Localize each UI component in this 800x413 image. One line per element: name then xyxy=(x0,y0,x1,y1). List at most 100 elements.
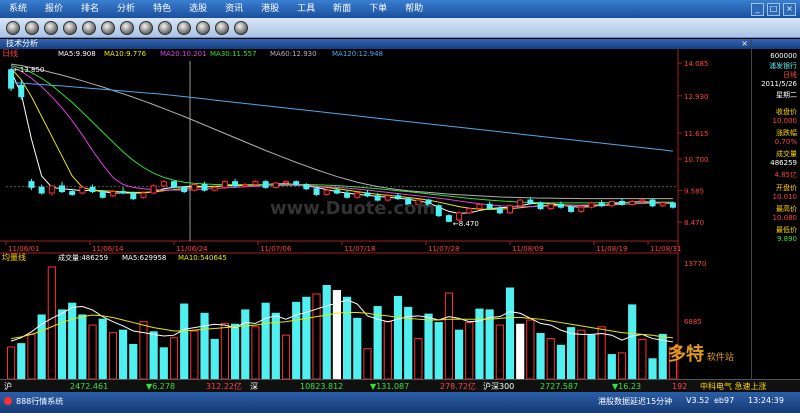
volume-bar-6 xyxy=(68,302,77,379)
menu-item-8[interactable]: 工具 xyxy=(288,0,324,18)
volume-bar-5 xyxy=(57,309,67,379)
kline-high-label: ←13.850 xyxy=(14,66,44,74)
toolbar xyxy=(0,18,800,38)
menu-item-11[interactable]: 帮助 xyxy=(396,0,432,18)
volume-bar-15 xyxy=(159,347,168,379)
volume-bar-8 xyxy=(88,324,97,379)
volume-value: 486259 xyxy=(770,159,797,167)
menu-item-0[interactable]: 系统 xyxy=(0,0,36,18)
connection-status-icon xyxy=(4,397,12,405)
watermark-logo-text: 多特 xyxy=(668,344,704,365)
x-tick-1: 11/06/14 xyxy=(92,245,124,253)
x-tick-2: 11/06/24 xyxy=(176,245,208,253)
candle-body-34 xyxy=(354,192,361,198)
toolbar-icon-9[interactable] xyxy=(158,20,172,35)
toolbar-icon-7[interactable] xyxy=(120,20,134,35)
candle-body-19 xyxy=(201,184,208,191)
volume-bar-40 xyxy=(414,338,423,379)
candle-body-53 xyxy=(547,203,554,210)
volume-bar-50 xyxy=(516,323,525,379)
candle-body-62 xyxy=(639,199,646,202)
volume-bar-18 xyxy=(190,330,199,379)
menu-item-1[interactable]: 报价 xyxy=(36,0,72,18)
candle-body-27 xyxy=(283,181,289,184)
menu-item-2[interactable]: 排名 xyxy=(72,0,108,18)
toolbar-icon-4[interactable] xyxy=(63,20,77,35)
watermark-logo-suffix: 软件站 xyxy=(706,353,734,363)
close-button[interactable]: × xyxy=(783,3,796,16)
minimize-button[interactable]: _ xyxy=(751,3,764,16)
volume-bar-21 xyxy=(220,322,229,379)
candle-body-46 xyxy=(476,203,483,210)
restore-button[interactable]: □ xyxy=(767,3,780,16)
candle-body-7 xyxy=(79,186,86,194)
toolbar-icon-3[interactable] xyxy=(44,20,58,35)
toolbar-icon-6[interactable] xyxy=(101,20,115,35)
candle-body-20 xyxy=(211,186,218,191)
toolbar-icon-12[interactable] xyxy=(215,20,229,35)
candle-body-12 xyxy=(130,192,137,200)
volume-bar-36 xyxy=(373,306,382,379)
candle-body-42 xyxy=(435,205,442,217)
menu-item-3[interactable]: 分析 xyxy=(108,0,144,18)
volume-tick-1: 6885 xyxy=(684,318,702,326)
volume-bar-10 xyxy=(108,332,118,379)
volume-bar-9 xyxy=(98,318,107,379)
volume-bar-22 xyxy=(231,323,240,379)
candle-body-17 xyxy=(181,186,188,193)
candle-body-30 xyxy=(313,188,320,195)
toolbar-icon-8[interactable] xyxy=(139,20,153,35)
candle-body-52 xyxy=(537,202,544,210)
menu-item-10[interactable]: 下单 xyxy=(360,0,396,18)
menu-item-7[interactable]: 港股 xyxy=(252,0,288,18)
toolbar-icon-13[interactable] xyxy=(234,20,248,35)
menu-item-9[interactable]: 新面 xyxy=(324,0,360,18)
candle-body-1 xyxy=(18,84,25,98)
volume-bar-53 xyxy=(546,338,555,379)
high-value: 10.080 xyxy=(772,214,798,222)
volume-bar-30 xyxy=(312,293,321,379)
volume-bar-47 xyxy=(485,309,494,379)
candle-body-64 xyxy=(659,202,666,207)
volume-bar-60 xyxy=(617,352,627,379)
x-tick-8: 11/08/31 xyxy=(650,245,681,253)
candle-body-11 xyxy=(120,191,127,194)
close-value: 10.000 xyxy=(772,117,798,125)
price-tick-3: 10.700 xyxy=(684,156,709,164)
volume-bar-2 xyxy=(27,333,36,379)
volume-bar-52 xyxy=(536,333,545,379)
menu-item-4[interactable]: 特色 xyxy=(144,0,180,18)
volume-bar-31 xyxy=(322,284,331,379)
watermark-logo: 多特 软件站 xyxy=(668,340,734,366)
volume-bar-19 xyxy=(200,312,209,379)
menu-item-5[interactable]: 选股 xyxy=(180,0,216,18)
clock: 13:24:39 xyxy=(748,396,784,405)
volume-bar-57 xyxy=(587,334,596,379)
chart-area[interactable]: 日线 MA5:9.908 MA10:9.776 MA20:10.201 MA30:11.… xyxy=(0,49,751,379)
candle-body-54 xyxy=(557,203,564,208)
menu-item-6[interactable]: 资讯 xyxy=(216,0,252,18)
volume-bar-42 xyxy=(434,322,443,379)
low-label: 最低价 xyxy=(776,226,797,234)
candle-body-3 xyxy=(38,186,45,194)
price-tick-2: 11.615 xyxy=(684,130,709,138)
candle-body-55 xyxy=(568,206,575,212)
price-tick-0: 14.085 xyxy=(684,60,709,68)
candle-body-2 xyxy=(28,181,35,188)
toolbar-icon-11[interactable] xyxy=(196,20,210,35)
ma-label-1: MA10:9.776 xyxy=(104,50,147,58)
toolbar-icon-2[interactable] xyxy=(25,20,39,35)
toolbar-icon-10[interactable] xyxy=(177,20,191,35)
volume-label-1: MA5:629958 xyxy=(122,254,166,262)
volume-bar-20 xyxy=(210,338,219,379)
volume-bar-7 xyxy=(78,314,87,379)
candle-body-43 xyxy=(445,215,452,222)
period-label: 日线 xyxy=(783,71,797,79)
volume-bar-59 xyxy=(607,354,616,379)
app-name: 888行情系统 xyxy=(16,397,64,406)
index-status-bar: 沪 2472.461 ▼6.278 312.22亿 深 10823.812 ▼1… xyxy=(0,379,800,393)
panel-close-button[interactable]: × xyxy=(741,39,748,49)
toolbar-icon-1[interactable] xyxy=(6,20,20,35)
volume-bar-34 xyxy=(353,317,362,379)
toolbar-icon-5[interactable] xyxy=(82,20,96,35)
